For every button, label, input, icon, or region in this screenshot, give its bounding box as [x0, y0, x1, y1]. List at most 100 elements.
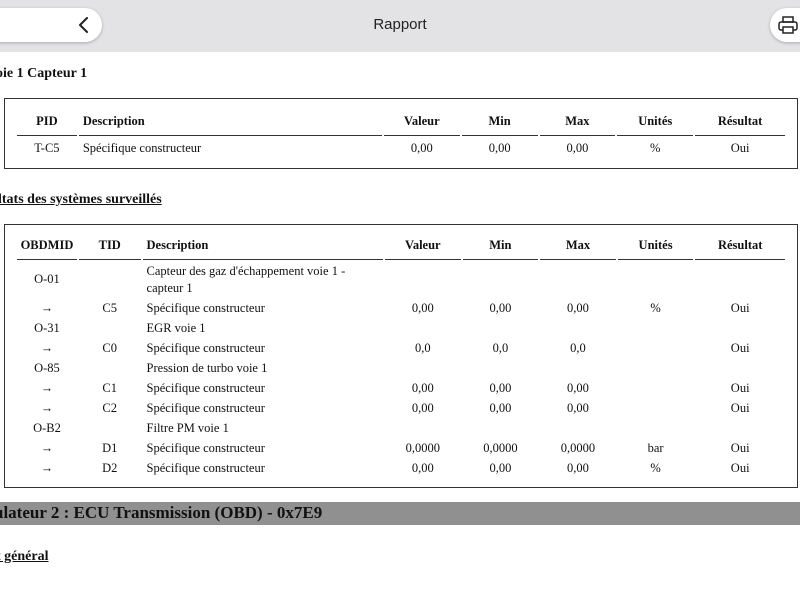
col-header-resultat: Résultat	[695, 107, 785, 136]
cell-obdmid: →	[40, 340, 54, 355]
cell-unites	[618, 398, 694, 418]
cell-description: Capteur des gaz d'échappement voie 1 - c…	[146, 264, 346, 295]
cell-description: Spécifique constructeur	[82, 140, 202, 155]
ecu-section-title: ulateur 2 : ECU Transmission (OBD) - 0x7…	[0, 503, 323, 522]
cell-min	[463, 260, 539, 298]
table-row: → D2 Spécifique constructeur 0,00 0,00 0,00% O…	[17, 458, 785, 478]
cell-description: Spécifique constructeur	[146, 460, 265, 475]
cell-unites: %	[650, 140, 661, 155]
cell-resultat: Oui	[730, 340, 750, 355]
col-header-max: Max	[539, 107, 616, 136]
cell-resultat	[695, 318, 785, 338]
col-header-description: Description	[142, 231, 383, 260]
table-row: O-B2 Filtre PM voie 1	[17, 418, 785, 438]
obdmid-table: OBDMID TID Description Valeur Min Max Un…	[15, 231, 787, 478]
cell-unites: %	[650, 460, 661, 475]
col-header-resultat: Résultat	[695, 231, 785, 260]
pid-table-frame: PID Description Valeur Min Max Unités Ré…	[4, 98, 798, 169]
table-row: → D1 Spécifique constructeur 0,0000 0,0000 0,…	[17, 438, 785, 458]
cell-description: Spécifique constructeur	[146, 440, 265, 455]
obdmid-table-body: O-01 Capteur des gaz d'échappement voie 1…	[17, 260, 785, 478]
cell-tid: C0	[102, 340, 118, 355]
table-row: O-01 Capteur des gaz d'échappement voie 1…	[17, 260, 785, 298]
cell-min: 0,0	[492, 340, 509, 355]
cell-tid	[79, 358, 141, 378]
cell-min	[463, 318, 539, 338]
col-header-min: Min	[461, 107, 538, 136]
cell-resultat: Oui	[730, 460, 750, 475]
cell-resultat	[695, 358, 785, 378]
cell-min: 0,00	[489, 460, 512, 475]
pid-table-header: PID Description Valeur Min Max Unités Ré…	[17, 107, 785, 136]
cell-min: 0,0000	[483, 440, 518, 455]
ecu-section-band: ulateur 2 : ECU Transmission (OBD) - 0x7…	[0, 502, 800, 525]
cell-unites: %	[650, 300, 661, 315]
cell-tid: C5	[102, 300, 118, 315]
cell-valeur	[385, 418, 461, 438]
cell-min: 0,00	[488, 140, 511, 155]
cell-obdmid: O-01	[34, 271, 60, 286]
cell-valeur: 0,00	[411, 460, 434, 475]
cell-tid: C2	[102, 400, 118, 415]
cell-description: Spécifique constructeur	[146, 340, 265, 355]
cell-min	[463, 358, 539, 378]
page-title: Rapport	[373, 16, 427, 33]
printer-icon	[778, 16, 798, 34]
table-row: T-C5 Spécifique constructeur 0,00 0,00 0…	[17, 136, 785, 160]
cell-unites	[618, 378, 694, 398]
cell-unites	[618, 418, 694, 438]
cell-obdmid: →	[40, 400, 54, 415]
cell-obdmid: →	[40, 460, 54, 475]
cell-valeur	[385, 358, 461, 378]
cell-tid	[79, 418, 141, 438]
cell-resultat: Oui	[730, 140, 750, 155]
cell-unites	[618, 338, 694, 358]
cell-max: 0,0	[570, 340, 586, 355]
table-row: → C0 Spécifique constructeur 0,0 0,0 0,0 Oui	[17, 338, 785, 358]
obdmid-table-header: OBDMID TID Description Valeur Min Max Un…	[17, 231, 785, 260]
section-heading-sensor: oie 1 Capteur 1	[0, 66, 88, 81]
cell-obdmid: →	[40, 300, 54, 315]
cell-valeur: 0,00	[411, 380, 434, 395]
print-button[interactable]	[770, 8, 800, 42]
cell-valeur	[385, 260, 461, 298]
cell-unites	[618, 358, 694, 378]
cell-valeur: 0,0	[414, 340, 431, 355]
table-row: → C5 Spécifique constructeur 0,00 0,00 0,00% O…	[17, 298, 785, 318]
cell-max	[540, 318, 616, 338]
cell-max	[540, 358, 616, 378]
table-row: → C2 Spécifique constructeur 0,00 0,00 0,00 Ou…	[17, 398, 785, 418]
cell-tid	[79, 318, 141, 338]
col-header-valeur: Valeur	[384, 231, 461, 260]
cell-valeur: 0,0000	[405, 440, 440, 455]
table-row: → C1 Spécifique constructeur 0,00 0,00 0,00 Ou…	[17, 378, 785, 398]
section-heading-monitored: ltats des systèmes surveillés	[0, 192, 162, 207]
cell-description: Pression de turbo voie 1	[146, 360, 268, 375]
col-header-obdmid: OBDMID	[17, 231, 77, 260]
cell-max: 0,00	[567, 460, 589, 475]
pid-table: PID Description Valeur Min Max Unités Ré…	[15, 107, 787, 160]
cell-obdmid: O-B2	[33, 420, 61, 435]
cell-obdmid: O-85	[34, 360, 60, 375]
col-header-unites: Unités	[617, 107, 694, 136]
cell-pid: T-C5	[34, 140, 60, 155]
cell-obdmid: →	[40, 440, 54, 455]
cell-max: 0,00	[567, 380, 589, 395]
col-header-valeur: Valeur	[383, 107, 460, 136]
cell-tid: D2	[102, 460, 118, 475]
cell-max: 0,0000	[560, 440, 596, 455]
col-header-min: Min	[462, 231, 539, 260]
cell-max: 0,00	[567, 400, 589, 415]
obdmid-table-frame: OBDMID TID Description Valeur Min Max Un…	[4, 224, 798, 488]
cell-tid: D1	[102, 440, 118, 455]
cell-description: Spécifique constructeur	[146, 300, 265, 315]
cell-min: 0,00	[489, 300, 512, 315]
cell-min: 0,00	[489, 400, 512, 415]
cell-resultat: Oui	[730, 400, 750, 415]
cell-unites: bar	[647, 440, 664, 455]
cell-resultat: Oui	[730, 440, 750, 455]
cell-resultat: Oui	[730, 380, 750, 395]
cell-resultat	[695, 260, 785, 298]
cell-tid	[79, 260, 141, 298]
cell-valeur: 0,00	[410, 140, 433, 155]
